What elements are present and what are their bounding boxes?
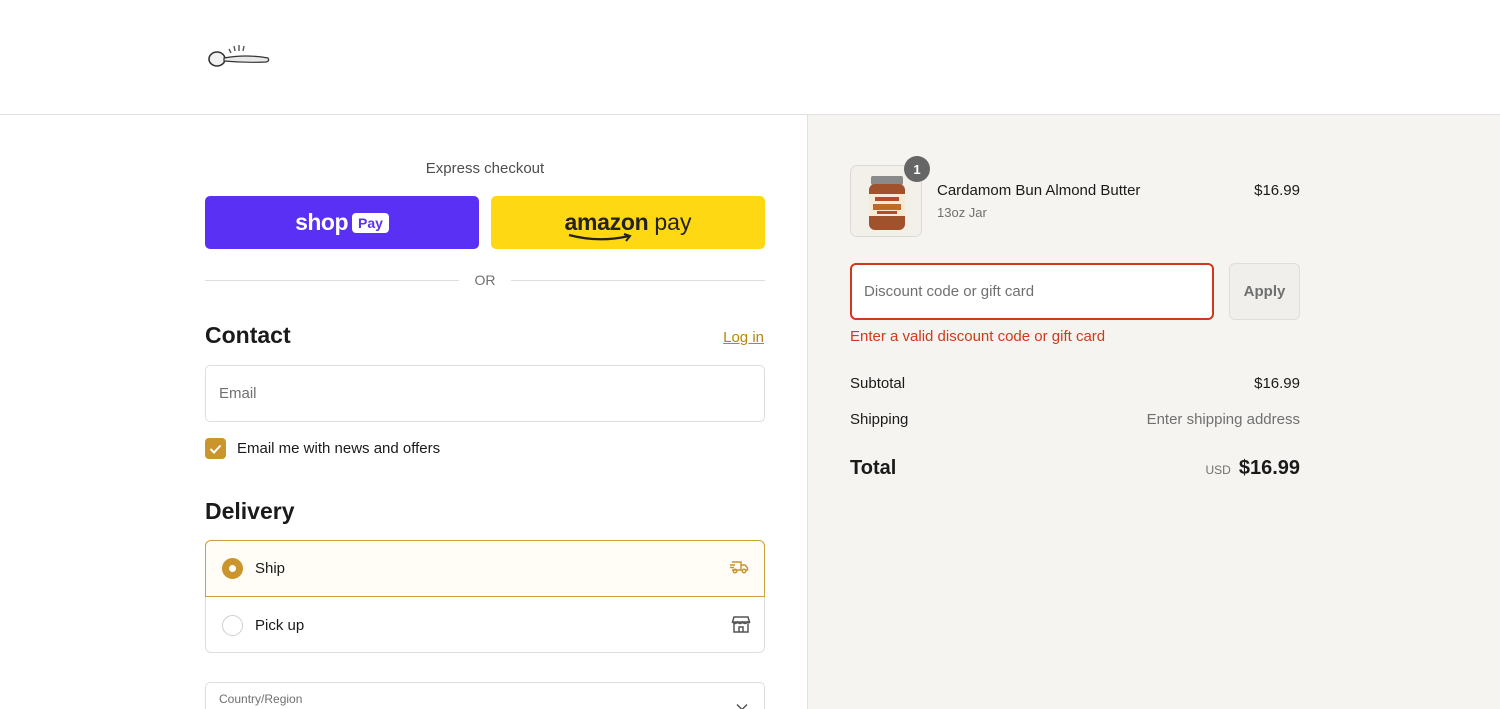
newsletter-option: Email me with news and offers bbox=[205, 438, 440, 459]
order-summary: 1 Cardamom Bun Almond Butter 13oz Jar $1… bbox=[808, 115, 1500, 709]
currency-code: USD bbox=[1205, 463, 1231, 477]
spoon-logo-icon[interactable] bbox=[206, 42, 272, 72]
product-price: $16.99 bbox=[1254, 182, 1300, 199]
shop-pay-button[interactable]: shop Pay bbox=[205, 196, 479, 249]
amazon-smile-icon bbox=[568, 233, 632, 242]
amazon-pay-wordmark: pay bbox=[654, 209, 692, 235]
or-divider: OR bbox=[205, 270, 765, 290]
delivery-option-pickup[interactable]: Pick up bbox=[206, 597, 766, 653]
apply-discount-button[interactable]: Apply bbox=[1229, 263, 1300, 320]
total-label: Total bbox=[850, 457, 897, 479]
product-variant: 13oz Jar bbox=[937, 205, 987, 220]
total-row: Total USD $16.99 bbox=[850, 457, 1300, 480]
subtotal-label: Subtotal bbox=[850, 375, 906, 392]
shipping-row: Shipping Enter shipping address bbox=[850, 411, 1300, 428]
delivery-option-ship[interactable]: Ship bbox=[205, 540, 765, 597]
store-icon bbox=[731, 616, 751, 633]
email-field[interactable] bbox=[205, 365, 765, 422]
subtotal-value: $16.99 bbox=[1254, 375, 1300, 392]
total-amount: $16.99 bbox=[1238, 457, 1300, 479]
divider-line-left bbox=[205, 280, 459, 281]
country-label: Country/Region bbox=[219, 692, 303, 706]
checkout-main: Express checkout shop Pay amazon pay OR … bbox=[0, 115, 808, 709]
or-label: OR bbox=[474, 272, 496, 288]
chevron-down-icon bbox=[736, 703, 748, 709]
shipping-value: Enter shipping address bbox=[1146, 411, 1300, 428]
divider-line-right bbox=[511, 280, 765, 281]
login-link[interactable]: Log in bbox=[723, 329, 764, 346]
pickup-radio[interactable] bbox=[222, 614, 243, 636]
ship-label: Ship bbox=[255, 560, 286, 577]
amazon-pay-button[interactable]: amazon pay bbox=[491, 196, 765, 249]
country-select[interactable]: Country/Region bbox=[205, 682, 765, 709]
shop-pay-wordmark: shop bbox=[295, 209, 349, 235]
quantity-badge: 1 bbox=[904, 156, 930, 182]
amazon-wordmark: amazon bbox=[564, 209, 649, 235]
shop-pay-badge: Pay bbox=[352, 212, 389, 233]
pickup-label: Pick up bbox=[255, 616, 305, 634]
product-name: Cardamom Bun Almond Butter bbox=[937, 182, 1141, 199]
discount-error-message: Enter a valid discount code or gift card bbox=[850, 328, 1106, 345]
contact-heading: Contact bbox=[205, 322, 291, 348]
checkmark-icon bbox=[209, 444, 222, 454]
delivery-heading: Delivery bbox=[205, 498, 295, 524]
express-checkout-title: Express checkout bbox=[425, 160, 545, 177]
subtotal-row: Subtotal $16.99 bbox=[850, 375, 1300, 392]
discount-code-input[interactable] bbox=[850, 263, 1214, 320]
truck-icon bbox=[730, 561, 749, 574]
delivery-options: Ship Pick up bbox=[205, 540, 765, 653]
newsletter-checkbox[interactable] bbox=[205, 438, 226, 459]
newsletter-label: Email me with news and offers bbox=[237, 440, 441, 457]
shipping-label: Shipping bbox=[850, 411, 909, 428]
ship-radio[interactable] bbox=[222, 558, 243, 579]
header bbox=[0, 0, 1500, 115]
